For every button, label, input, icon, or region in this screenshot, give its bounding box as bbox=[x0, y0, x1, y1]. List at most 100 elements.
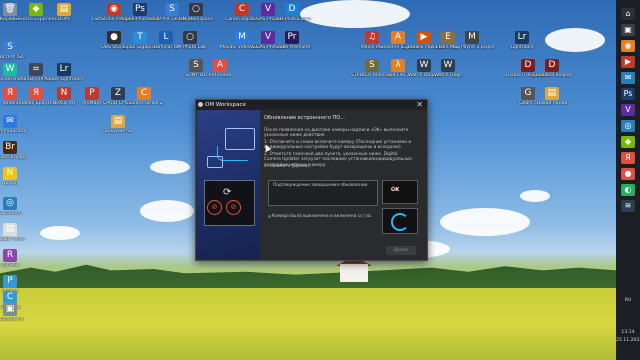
taskbar-app-icon[interactable]: ⌂ bbox=[621, 8, 635, 20]
desktop-icon[interactable]: MMax Payne 3 Legendary bbox=[450, 31, 494, 50]
refresh-icon: ⟳ bbox=[223, 187, 232, 198]
desktop-icon-label: OM Photo Lab bbox=[174, 45, 206, 50]
taskbar-app-icon[interactable]: ≋ bbox=[621, 200, 635, 212]
desktop-icon-label: Communicator bbox=[0, 129, 27, 134]
desktop-icon[interactable]: D DxO PhotoLab 6 bbox=[270, 3, 314, 22]
desktop-icon-label: Counter-Strike 2 bbox=[125, 101, 163, 106]
taskbar-app-icon[interactable]: Ps bbox=[621, 88, 635, 100]
desktop-icon-glyph: ▣ bbox=[3, 303, 17, 316]
language-indicator[interactable]: RU bbox=[616, 298, 640, 304]
cloud bbox=[300, 0, 410, 28]
desktop-icon-label: Диablo III Reaper bbox=[532, 73, 572, 78]
desktop-icon[interactable]: ▤Новый текст bbox=[0, 223, 32, 242]
taskbar-app-icon[interactable]: ✉ bbox=[621, 72, 635, 84]
next-button[interactable]: Далее bbox=[386, 246, 416, 255]
desktop-icon-glyph: Ps bbox=[133, 3, 147, 16]
desktop-icon-label: stuffs bbox=[57, 17, 71, 22]
instruction-text-1: После появления на дисплее камеры надпис… bbox=[264, 128, 409, 139]
status-checkbox[interactable] bbox=[268, 215, 271, 218]
desktop-icon-label: Adobe Bridge bbox=[0, 155, 26, 160]
desktop-icon-label: Norton bbox=[2, 181, 18, 186]
desktop-icon-glyph: M bbox=[465, 31, 479, 44]
desktop-icon-label: Watch Dogs bbox=[434, 73, 462, 78]
cloud bbox=[140, 200, 194, 222]
desktop-icon[interactable]: ▤ stuffs bbox=[42, 3, 86, 22]
house bbox=[340, 264, 368, 282]
confirm-label: Подтверждение завершения обновления. bbox=[273, 183, 369, 188]
desktop-icon[interactable]: N Norton bbox=[0, 167, 32, 186]
cloud bbox=[440, 208, 530, 236]
clock-date[interactable]: 25.11.2022 bbox=[616, 338, 640, 344]
desktop-icon[interactable]: ○ OM Workspace bbox=[174, 3, 218, 22]
desktop-icon-label: Новая папка bbox=[536, 101, 568, 106]
desktop-icon-label: SILKYPIX ISO bbox=[0, 55, 25, 60]
desktop-icon[interactable]: ▣Корзина ex bbox=[0, 303, 32, 322]
desktop-icon-glyph: P bbox=[3, 275, 17, 288]
dialog-heading: Обновление встроенного ПО... bbox=[264, 115, 346, 121]
taskbar-app-icon[interactable]: ◉ bbox=[621, 40, 635, 52]
no-power-off-icon: ⊘ bbox=[226, 200, 241, 215]
camera-icon bbox=[207, 156, 223, 168]
taskbar-app-icon[interactable]: ◆ bbox=[621, 136, 635, 148]
dandelion-field bbox=[0, 288, 616, 360]
taskbar-app-icon[interactable]: ● bbox=[621, 168, 635, 180]
desktop-icon-glyph: ▤ bbox=[111, 115, 125, 128]
desktop-icon[interactable]: BrAdobe Bridge bbox=[0, 141, 32, 160]
desktop-icon-glyph: ○ bbox=[183, 31, 197, 44]
desktop-icon[interactable]: D Диablo III Reaper bbox=[530, 59, 574, 78]
desktop-icon[interactable]: ◎ Chromium bbox=[0, 197, 32, 216]
app-logo-icon bbox=[198, 102, 203, 107]
desktop-icon[interactable]: R WinRAR bbox=[0, 249, 32, 268]
desktop-icon-glyph: N bbox=[57, 87, 71, 100]
desktop-icon-label: Chromium bbox=[0, 211, 22, 216]
cursor-arrow-icon: ↖ bbox=[391, 185, 397, 193]
desktop-icon-glyph: ▤ bbox=[3, 223, 17, 236]
close-icon[interactable]: ✕ bbox=[416, 100, 423, 110]
desktop-icon-glyph: S bbox=[3, 41, 17, 54]
desktop-icon-glyph: Pr bbox=[285, 31, 299, 44]
desktop-icon[interactable]: Lr Lightroom bbox=[500, 31, 544, 50]
instruction-text-2: 1. Отключите и снова включите камеру (По… bbox=[264, 140, 412, 151]
desktop-icon-label: OM Workspace bbox=[178, 17, 214, 22]
desktop-icon[interactable]: ○ OM Photo Lab bbox=[168, 31, 212, 50]
desktop-icon[interactable]: ▤ Новая папка bbox=[530, 87, 574, 106]
desktop-icon-label: AirtimeBR bbox=[208, 73, 232, 78]
desktop-icon[interactable]: ▤ Документы bbox=[96, 115, 140, 134]
desktop-icon-glyph: Br bbox=[3, 141, 17, 154]
desktop-icon-label: DxO PhotoLab 6 bbox=[273, 17, 311, 22]
desktop-icon[interactable]: Lr Adobe Lightroom bbox=[42, 63, 86, 82]
desktop-icon-glyph: ✉ bbox=[3, 115, 17, 128]
cloud bbox=[40, 226, 80, 240]
cloud bbox=[545, 28, 605, 52]
instruction-text-4: 3. Нажмите [Далее]. bbox=[264, 164, 311, 169]
desktop-icon-label: Lightroom bbox=[510, 45, 534, 50]
clock-time[interactable]: 13:14 bbox=[616, 330, 640, 336]
taskbar-app-icon[interactable]: ◎ bbox=[621, 120, 635, 132]
taskbar-app-icon[interactable]: V bbox=[621, 104, 635, 116]
warning-icons: ⊘ ⊘ bbox=[207, 200, 247, 216]
taskbar-app-icon[interactable]: ▣ bbox=[621, 24, 635, 36]
desktop-icon[interactable]: Pr Adobe Premiere bbox=[270, 31, 314, 50]
desktop-icon-glyph: C bbox=[137, 87, 151, 100]
desktop-icon-label: Документы bbox=[104, 129, 132, 134]
desktop-icon[interactable]: A AirtimeBR bbox=[198, 59, 242, 78]
desktop-icon-glyph: Lr bbox=[515, 31, 529, 44]
desktop-icon-label: Новый текст bbox=[0, 237, 26, 242]
desktop-icon-glyph: Я bbox=[29, 87, 43, 100]
taskbar-app-icon[interactable]: ◐ bbox=[621, 184, 635, 196]
desktop-icon-glyph: Lr bbox=[57, 63, 71, 76]
desktop-icon-glyph: D bbox=[285, 3, 299, 16]
taskbar-app-icon[interactable]: Я bbox=[621, 152, 635, 164]
taskbar: ⌂ ▣ ◉ ▶ ✉ Ps V ◎ ◆ Я ● ◐ ≋ RU 13:14 25.11.2022 bbox=[616, 0, 640, 360]
desktop-icon-glyph: A bbox=[213, 59, 227, 72]
desktop-icon[interactable]: ✉Communicator bbox=[0, 115, 32, 134]
desktop-icon[interactable]: SSILKYPIX ISO bbox=[0, 41, 32, 60]
camera-ok-display-icon: OK ↖ bbox=[382, 180, 418, 204]
update-confirmation-box[interactable]: Подтверждение завершения обновления. bbox=[268, 180, 378, 206]
taskbar-app-icon[interactable]: ▶ bbox=[621, 56, 635, 68]
desktop-icon[interactable]: W Watch Dogs bbox=[426, 59, 470, 78]
dialog-title-bar[interactable]: OM Workspace ✕ bbox=[196, 100, 427, 110]
desktop-icon-label: Adobe Lightroom bbox=[44, 77, 84, 82]
desktop-icon[interactable]: C Counter-Strike 2 bbox=[122, 87, 166, 106]
no-disconnect-icon: ⊘ bbox=[207, 200, 222, 215]
